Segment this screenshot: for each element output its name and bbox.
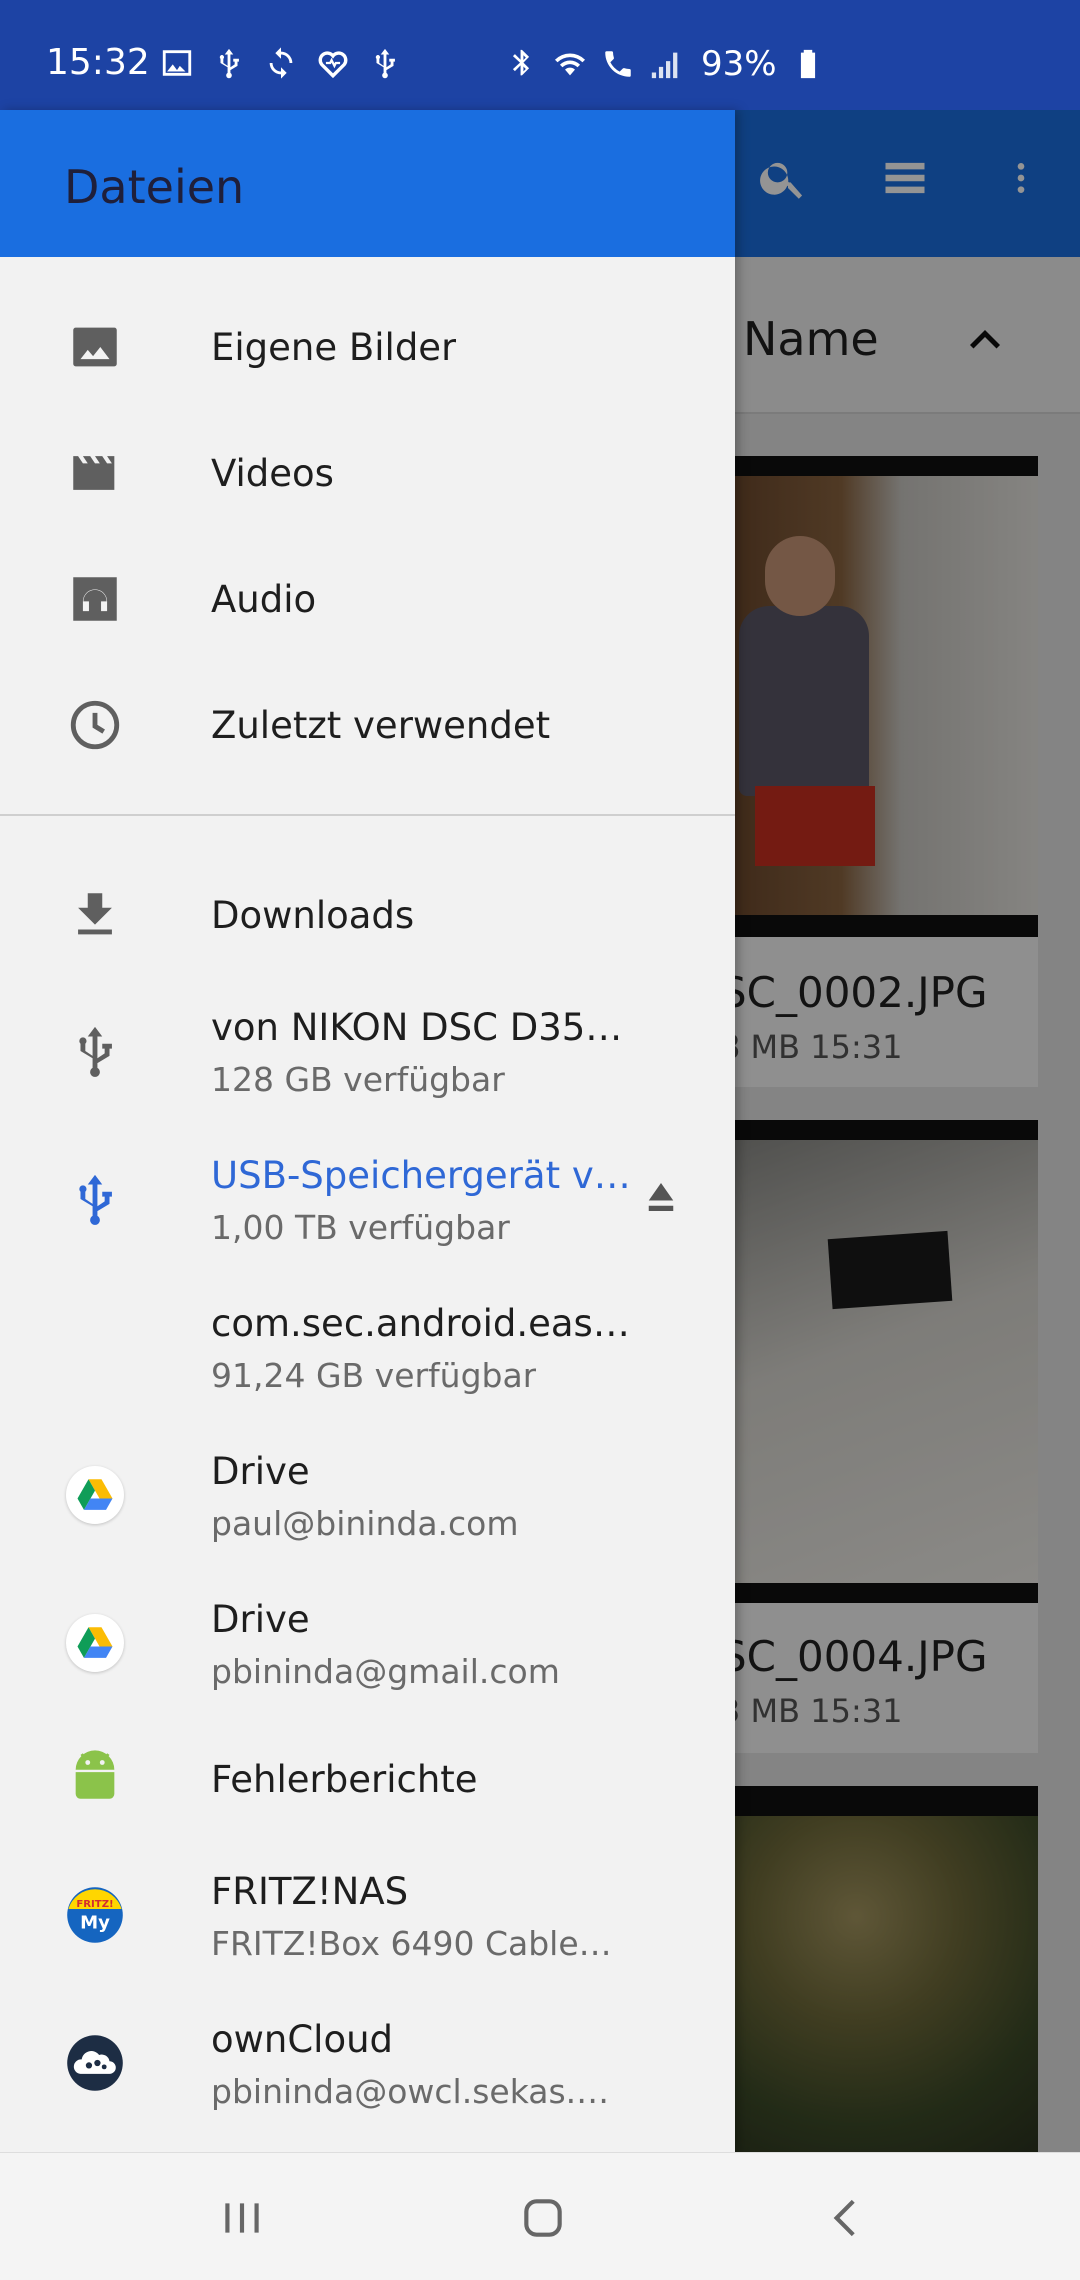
status-bar: 15:32 93%	[0, 0, 1080, 110]
drawer-item-label: von NIKON DSC D3500	[211, 1006, 631, 1049]
drawer-divider	[0, 814, 735, 816]
drawer-item-label: Drive	[211, 1598, 310, 1641]
eject-icon[interactable]	[640, 1176, 682, 1218]
svg-text:My: My	[80, 1912, 110, 1933]
home-button[interactable]	[518, 2193, 568, 2243]
myfritz-icon: FRITZ! My	[66, 1886, 124, 1944]
signal-icon	[651, 52, 678, 79]
recent-apps-button[interactable]	[217, 2193, 267, 2243]
drawer-item-label: Eigene Bilder	[211, 326, 457, 369]
drawer-item-subtitle: pbininda@owcl.sekas.…	[211, 2072, 610, 2111]
drawer-item-fritznas[interactable]: FRITZ! My FRITZ!NAS FRITZ!Box 6490 Cable…	[0, 1842, 735, 1990]
drawer-item-label: Downloads	[211, 894, 415, 937]
usb-notification-icon-2	[375, 48, 395, 79]
drawer-item-downloads[interactable]: Downloads	[0, 854, 735, 978]
usb-notification-icon	[219, 48, 239, 79]
gallery-notification-icon	[162, 50, 192, 76]
drawer-item-label: FRITZ!NAS	[211, 1870, 409, 1913]
owncloud-icon	[66, 2034, 124, 2092]
drawer-item-audio[interactable]: Audio	[0, 536, 735, 662]
drawer-item-label: Videos	[211, 452, 334, 495]
status-time: 15:32	[46, 42, 150, 83]
drawer-item-label: Fehlerberichte	[211, 1758, 478, 1801]
clock-icon	[66, 696, 124, 754]
drawer-item-videos[interactable]: Videos	[0, 410, 735, 536]
drawer-item-nikon[interactable]: von NIKON DSC D3500 128 GB verfügbar	[0, 978, 735, 1126]
image-icon	[66, 318, 124, 376]
system-nav-bar	[0, 2152, 1080, 2280]
drawer-item-drive[interactable]: Drive paul@bininda.com	[0, 1422, 735, 1570]
drawer-title: Dateien	[64, 160, 245, 214]
drawer-item-label: Audio	[211, 578, 317, 621]
drawer-item-subtitle: pbininda@gmail.com	[211, 1652, 560, 1691]
drawer-item-usb-storage[interactable]: USB-Speichergerät vo… 1,00 TB verfügbar	[0, 1126, 735, 1274]
download-icon	[66, 886, 124, 944]
sync-notification-icon	[269, 47, 293, 79]
drawer-item-images[interactable]: Eigene Bilder	[0, 284, 735, 410]
drawer-item-subtitle: 128 GB verfügbar	[211, 1060, 505, 1099]
svg-text:FRITZ!: FRITZ!	[76, 1899, 113, 1910]
drawer-item-label: USB-Speichergerät vo…	[211, 1154, 631, 1197]
health-notification-icon	[318, 51, 348, 79]
drawer-header: Dateien	[0, 110, 735, 257]
drawer-item-subtitle: 91,24 GB verfügbar	[211, 1356, 537, 1395]
wifi-icon	[554, 53, 586, 76]
drawer-item-bug-reports[interactable]: Fehlerberichte	[0, 1718, 735, 1842]
drawer-item-app-storage[interactable]: com.sec.android.eas… 91,24 GB verfügbar	[0, 1274, 735, 1422]
drawer-item-recent[interactable]: Zuletzt verwendet	[0, 662, 735, 788]
bluetooth-icon	[512, 49, 530, 76]
usb-icon	[66, 1022, 124, 1080]
drawer-item-label: com.sec.android.eas…	[211, 1302, 630, 1345]
notification-icons	[160, 46, 402, 80]
navigation-drawer: Dateien Eigene Bilder Videos Audio Zulet…	[0, 110, 735, 2152]
drawer-item-label: Zuletzt verwendet	[211, 704, 551, 747]
drawer-item-owncloud[interactable]: ownCloud pbininda@owcl.sekas.…	[0, 1990, 735, 2138]
battery-level: 93%	[701, 44, 777, 84]
drawer-item-label: Drive	[211, 1450, 310, 1493]
google-drive-icon	[66, 1614, 124, 1672]
google-drive-icon	[66, 1466, 124, 1524]
drawer-item-subtitle: FRITZ!Box 6490 Cable…	[211, 1924, 612, 1963]
drawer-item-label: ownCloud	[211, 2018, 394, 2061]
back-icon	[833, 2199, 855, 2237]
recent-apps-icon	[225, 2203, 259, 2233]
back-button[interactable]	[822, 2193, 872, 2243]
system-status-icons: 93%	[505, 44, 825, 84]
audio-icon	[66, 570, 124, 628]
drawer-item-subtitle: 1,00 TB verfügbar	[211, 1208, 510, 1247]
drawer-item-subtitle: paul@bininda.com	[211, 1504, 519, 1543]
movie-icon	[66, 444, 124, 502]
usb-icon	[66, 1170, 124, 1228]
wifi-call-icon	[605, 51, 631, 77]
home-icon	[524, 2199, 562, 2237]
android-icon	[66, 1748, 124, 1806]
battery-icon	[800, 49, 815, 79]
drawer-item-drive[interactable]: Drive pbininda@gmail.com	[0, 1570, 735, 1718]
